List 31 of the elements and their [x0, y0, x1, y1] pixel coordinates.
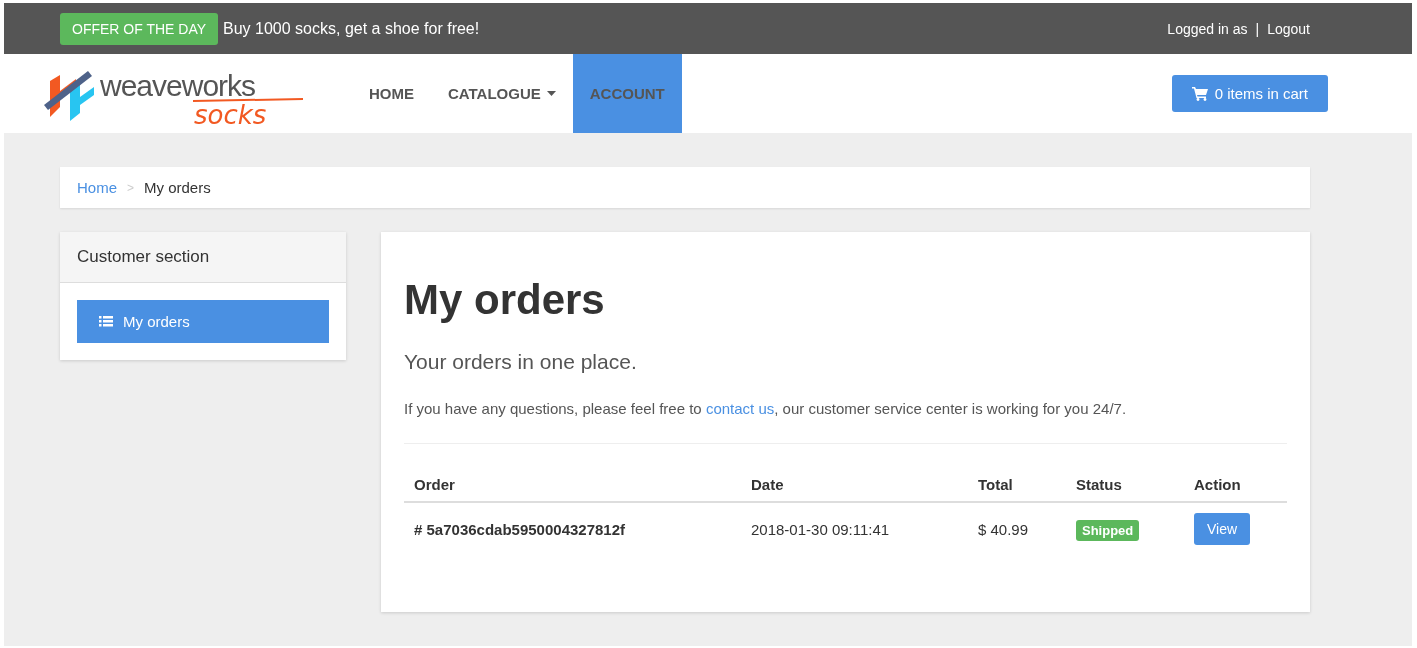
list-icon — [99, 316, 113, 327]
table-cell: 2018-01-30 09:11:41 — [741, 502, 968, 555]
breadcrumb-separator: > — [127, 180, 135, 195]
offer-text: Buy 1000 socks, get a shoe for free! — [223, 19, 480, 38]
column-header: Total — [968, 468, 1066, 502]
table-cell: $ 40.99 — [968, 502, 1066, 555]
breadcrumb-link[interactable]: Home — [77, 179, 117, 196]
login-status: Logged in as — [1167, 20, 1248, 37]
column-header: Order — [404, 468, 741, 502]
breadcrumb-current: My orders — [144, 179, 211, 196]
nav-tab[interactable]: CATALOGUE — [431, 54, 573, 133]
logout-link[interactable]: Logout — [1267, 20, 1310, 37]
panel-heading: Customer section — [60, 232, 346, 283]
page-subtitle: Your orders in one place. — [404, 350, 638, 374]
table-cell: # 5a7036cdab5950004327812f — [404, 502, 741, 555]
cart-button[interactable]: 0 items in cart — [1171, 75, 1328, 112]
offer-badge: OFFER OF THE DAY — [60, 12, 219, 45]
view-button[interactable]: View — [1194, 513, 1251, 545]
nav-tab[interactable]: ACCOUNT — [572, 54, 682, 133]
column-header: Date — [741, 468, 968, 502]
nav-tab[interactable]: HOME — [352, 54, 431, 133]
sidebar-item[interactable]: My orders — [77, 300, 329, 343]
separator-text: | — [1255, 20, 1260, 37]
page-title: My orders — [404, 276, 606, 324]
logo-tagline: socks — [194, 104, 267, 125]
logo-name: weaveworks — [100, 72, 256, 99]
info-text: If you have any questions, please feel free to contact us, our customer service center is working for you 24/7. — [404, 400, 1128, 417]
status-label: Shipped — [1076, 519, 1140, 541]
cart-icon — [1191, 86, 1209, 101]
column-header: Status — [1066, 468, 1184, 502]
column-header: Action — [1184, 468, 1287, 502]
